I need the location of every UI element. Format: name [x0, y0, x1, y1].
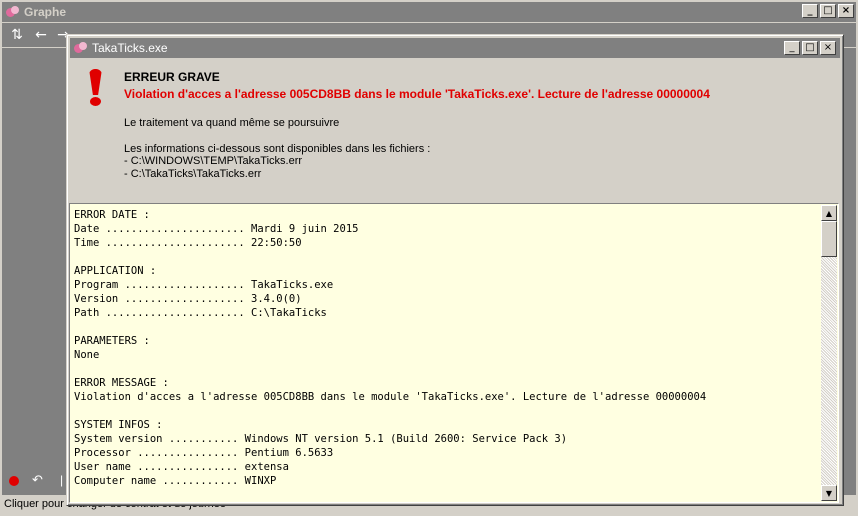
file-path-temp: - C:\WINDOWS\TEMP\TakaTicks.err	[124, 155, 303, 167]
parent-maximize-button[interactable]: □	[820, 4, 836, 18]
dialog-minimize-button[interactable]: _	[784, 41, 800, 55]
app-icon	[6, 6, 20, 18]
error-dialog: TakaTicks.exe _ □ × ERREUR GRAVE Violati…	[66, 34, 844, 506]
exclamation-icon	[85, 69, 107, 107]
error-report-textbox[interactable]: ERROR DATE : Date ......................…	[69, 203, 839, 503]
file-path-app: - C:\TakaTicks\TakaTicks.err	[124, 168, 262, 180]
bottom-toolbar: ↶ |	[2, 470, 68, 492]
scroll-down-button[interactable]: ▼	[821, 485, 837, 501]
dialog-title: TakaTicks.exe	[92, 41, 168, 55]
error-report-text: ERROR DATE : Date ......................…	[74, 209, 707, 487]
files-intro: Les informations ci-dessous sont disponi…	[124, 143, 431, 155]
continue-text: Le traitement va quand même se poursuivr…	[124, 117, 340, 129]
undo-icon[interactable]: ↶	[32, 473, 43, 488]
divider: |	[60, 473, 64, 487]
dialog-close-button[interactable]: ×	[820, 41, 836, 55]
parent-title-bar[interactable]: Graphe _ □ ×	[2, 2, 856, 22]
parent-close-button[interactable]: ×	[838, 4, 854, 18]
refresh-icon[interactable]: ⇅	[6, 25, 28, 45]
parent-window-controls: _ □ ×	[800, 4, 854, 18]
dialog-title-bar[interactable]: TakaTicks.exe _ □ ×	[70, 38, 840, 58]
scroll-up-button[interactable]: ▲	[821, 205, 837, 221]
record-icon[interactable]	[9, 476, 19, 486]
scroll-thumb[interactable]	[821, 221, 837, 257]
back-arrow-icon[interactable]: ←	[30, 25, 52, 45]
parent-window-title: Graphe	[24, 5, 67, 19]
dialog-window-controls: _ □ ×	[782, 41, 836, 55]
parent-minimize-button[interactable]: _	[802, 4, 818, 18]
dialog-app-icon	[74, 42, 88, 54]
error-heading: ERREUR GRAVE	[124, 70, 220, 84]
report-scrollbar[interactable]: ▲ ▼	[821, 205, 837, 501]
dialog-maximize-button[interactable]: □	[802, 41, 818, 55]
error-message: Violation d'acces a l'adresse 005CD8BB d…	[124, 87, 710, 101]
